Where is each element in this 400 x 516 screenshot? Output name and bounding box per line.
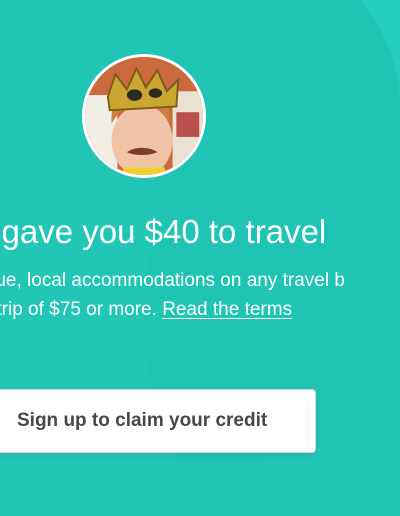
referral-headline: n gave you $40 to travel (0, 213, 327, 250)
referral-description: nique, local accommodations on any trave… (0, 266, 345, 324)
referral-hero: n gave you $40 to travel nique, local ac… (0, 0, 400, 516)
user-avatar-photo-icon (85, 57, 203, 175)
avatar (82, 54, 206, 178)
description-line-2: rst trip of $75 or more. Read the terms (0, 295, 345, 324)
description-line-2-text: rst trip of $75 or more. (0, 299, 157, 320)
description-line-1: nique, local accommodations on any trave… (0, 270, 345, 291)
claim-credit-button[interactable]: Sign up to claim your credit (0, 389, 316, 453)
read-terms-link[interactable]: Read the terms (162, 299, 292, 320)
